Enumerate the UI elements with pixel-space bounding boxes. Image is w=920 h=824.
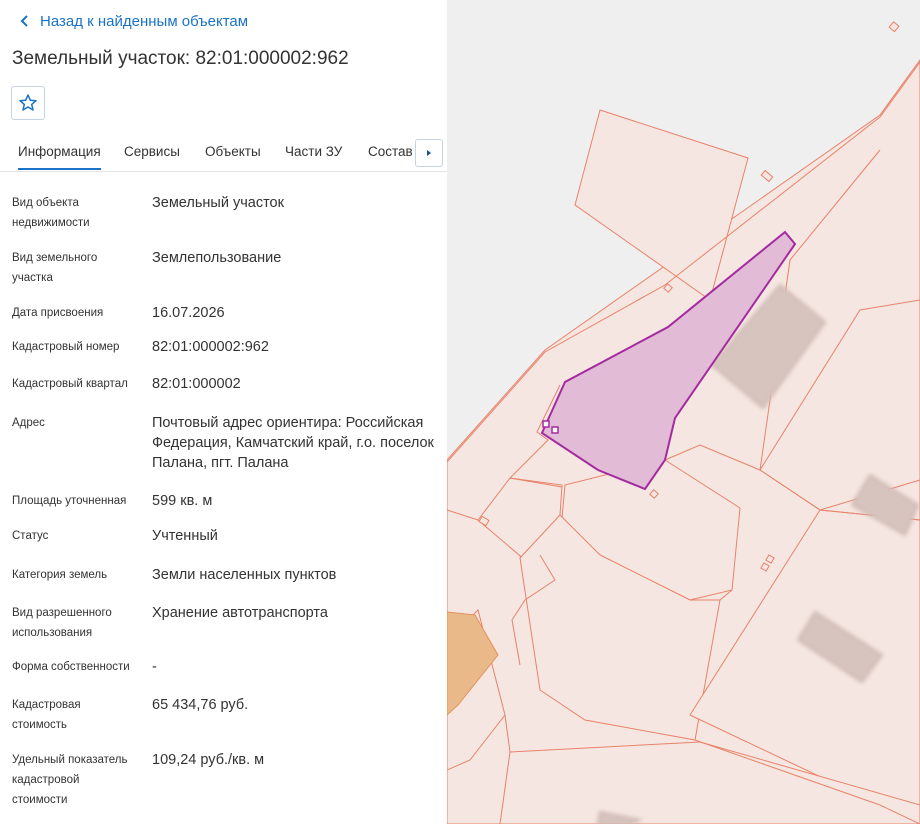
info-label: Кадастровый номер: [12, 341, 120, 353]
info-value: Земли населенных пунктов: [152, 567, 337, 583]
info-value: 109,24 руб./кв. м: [152, 752, 265, 768]
tab-bar: Информация Сервисы Объекты Части ЗУ Сост…: [0, 134, 447, 172]
caret-right-icon: [427, 150, 431, 156]
info-value: Учтенный: [152, 528, 218, 544]
info-value: 599 кв. м: [152, 493, 213, 509]
map-canvas[interactable]: [447, 0, 920, 824]
info-label: Вид разрешенного использования: [12, 607, 112, 639]
info-label: Статус: [12, 530, 49, 542]
info-label: Категория земель: [12, 569, 108, 581]
info-value: Почтовый адрес ориентира: Российская Фед…: [152, 415, 434, 471]
info-label: Площадь уточненная: [12, 495, 127, 507]
info-label: Кадастровая стоимость: [12, 699, 81, 731]
cadastral-map[interactable]: [447, 0, 920, 824]
info-value: 82:01:000002: [152, 376, 241, 392]
favorite-button[interactable]: [11, 86, 45, 120]
tab-composition[interactable]: Состав: [368, 144, 413, 159]
info-value: Хранение автотранспорта: [152, 605, 328, 621]
info-label: Адрес: [12, 417, 45, 429]
tab-objects[interactable]: Объекты: [205, 144, 261, 159]
selected-parcel-marker: [542, 420, 550, 428]
info-value: 82:01:000002:962: [152, 339, 269, 355]
info-value: -: [152, 659, 157, 675]
tab-info[interactable]: Информация: [18, 144, 101, 170]
chevron-left-icon: [20, 15, 28, 27]
tab-services[interactable]: Сервисы: [124, 144, 180, 159]
back-link[interactable]: Назад к найденным объектам: [16, 11, 248, 31]
info-value: 16.07.2026: [152, 305, 225, 321]
info-value: Земельный участок: [152, 195, 284, 211]
info-label: Вид земельного участка: [12, 252, 98, 284]
tabs-next-button[interactable]: [415, 139, 443, 167]
back-link-label: Назад к найденным объектам: [40, 12, 249, 30]
info-label: Вид объекта недвижимости: [12, 197, 90, 229]
star-icon: [19, 94, 37, 111]
info-panel: Назад к найденным объектам Земельный уча…: [0, 0, 447, 824]
info-label: Форма собственности: [12, 661, 130, 673]
info-label: Кадастровый квартал: [12, 378, 128, 390]
page-title: Земельный участок: 82:01:000002:962: [12, 48, 349, 69]
info-label: Удельный показатель кадастровой стоимост…: [12, 754, 128, 806]
info-label: Дата присвоения: [12, 307, 104, 319]
info-value: 65 434,76 руб.: [152, 697, 249, 713]
info-value: Землепользование: [152, 250, 282, 266]
selected-parcel-marker: [551, 426, 559, 434]
tab-land-parts[interactable]: Части ЗУ: [285, 144, 342, 159]
